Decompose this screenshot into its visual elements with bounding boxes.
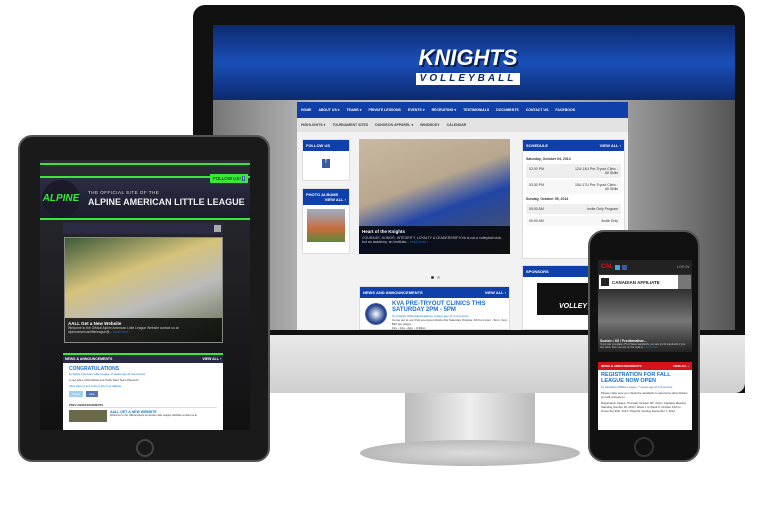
monitor-stand — [405, 393, 535, 445]
tablet-hero-slide[interactable]: AALL Get a New Website Welcome to the Of… — [64, 237, 223, 343]
nav-item[interactable]: TEAMS ▾ — [347, 108, 362, 112]
hero-slide[interactable]: Heart of the Knights COURAGE, HONOR, INT… — [359, 139, 510, 254]
tweet-button[interactable]: Tweet — [69, 391, 84, 397]
subnav-item[interactable]: DUNGEON APPAREL ▾ — [375, 123, 413, 127]
view-all-link[interactable]: VIEW ALL › — [673, 364, 689, 368]
main-nav: HOME ABOUT US ▾ TEAMS ▾ PRIVATE LESSONS EVEN… — [297, 102, 628, 118]
nav-item[interactable]: CONTACT US — [526, 108, 549, 112]
sub-nav: HIGHLIGHTS ▾ TOURNAMENT SITES DUNGEON APPA… — [297, 118, 628, 132]
phone-topbar: CAL LOG IN — [598, 260, 692, 274]
schedule-event[interactable]: 09:00 AM Invite Only Program — [526, 204, 621, 214]
nav-item[interactable]: HOME — [301, 108, 312, 112]
phone-screen: CAL LOG IN CANADIAN AFFILIATE Scotch / X… — [598, 260, 692, 430]
twitter-icon[interactable] — [615, 264, 621, 270]
view-all-link[interactable]: VIEW ALL › — [485, 290, 506, 295]
monitor-base — [360, 440, 580, 466]
nav-item[interactable]: ABOUT US ▾ — [319, 108, 340, 112]
schedule-event[interactable]: 09:00 AM Invite Only — [526, 216, 621, 226]
hamburger-menu-icon[interactable] — [214, 225, 221, 232]
view-all-link[interactable]: VIEW ALL › — [325, 197, 346, 202]
alpine-logo[interactable]: ALPINE — [42, 180, 80, 218]
slide-dots[interactable] — [431, 276, 440, 279]
nav-item[interactable]: FACEBOOK — [555, 108, 575, 112]
post-thumbnail — [69, 410, 107, 422]
post-title[interactable]: REGISTRATION FOR FALL LEAGUE NOW OPEN — [601, 372, 689, 385]
cal-logo[interactable]: CAL — [601, 264, 613, 270]
like-button[interactable]: Like — [86, 391, 98, 397]
follow-us-button[interactable]: FOLLOW US! f — [210, 174, 249, 183]
phone-hero-slide[interactable]: Scotch / XX / Fredbreather... If you can… — [598, 290, 692, 352]
nav-item[interactable]: TESTIMONIALS — [463, 108, 489, 112]
subnav-item[interactable]: CALENDAR — [447, 123, 467, 127]
post-title[interactable]: KVA PRE-TRYOUT CLINICS THIS SATURDAY 2PM… — [392, 301, 507, 314]
kva-logo — [365, 303, 387, 325]
nav-item[interactable]: PRIVATE LESSONS — [369, 108, 401, 112]
album-thumbnail[interactable] — [307, 209, 345, 242]
nav-item[interactable]: EVENTS ▾ — [408, 108, 425, 112]
facebook-icon[interactable]: f — [322, 159, 330, 168]
phone-home-button — [634, 437, 654, 457]
nav-item[interactable]: DOCUMENTS — [496, 108, 519, 112]
subnav-item[interactable]: HIGHLIGHTS ▾ — [301, 123, 325, 127]
schedule-event[interactable]: 02:00 PM 12U-14U Pre-Tryout Clinic - All … — [526, 164, 621, 178]
view-all-link[interactable]: VIEW ALL › — [202, 357, 221, 361]
slide-dots[interactable] — [598, 352, 692, 362]
tablet-news: NEWS & ANNOUNCEMENTS VIEW ALL › CONGRATUL… — [63, 353, 223, 430]
subnav-item[interactable]: WINDBODY — [420, 123, 439, 127]
login-link[interactable]: LOG IN — [677, 265, 689, 269]
view-all-link[interactable]: VIEW ALL › — [600, 143, 621, 148]
hamburger-menu-icon[interactable] — [678, 275, 691, 289]
read-more-link[interactable]: read more › — [113, 330, 130, 334]
news-box: NEWS AND ANNOUNCEMENTS VIEW ALL › KVA PRE… — [359, 286, 510, 330]
content-panel: HOME ABOUT US ▾ TEAMS ▾ PRIVATE LESSONS EVEN… — [297, 102, 628, 330]
tablet-menu-bar — [63, 223, 223, 234]
knights-logo[interactable]: KNIGHTS VOLLEYBALL — [383, 47, 553, 89]
read-more-link[interactable]: read more › — [410, 240, 428, 244]
facebook-icon[interactable] — [622, 264, 628, 270]
photo-albums-box: PHOTO ALBUMS VIEW ALL › — [302, 188, 350, 254]
follow-us-box: FOLLOW US f — [302, 139, 350, 181]
tablet-screen: ALPINE THE OFFICIAL SITE OF THE ALPINE A… — [40, 160, 250, 430]
tablet-home-button — [136, 439, 154, 457]
nav-item[interactable]: RECRUITING ▾ — [432, 108, 457, 112]
facebook-icon: f — [242, 176, 246, 181]
subnav-item[interactable]: TOURNAMENT SITES — [332, 123, 368, 127]
schedule-event[interactable]: 03:30 PM 15U-17U Pre-Tryout Clinic - All … — [526, 180, 621, 194]
